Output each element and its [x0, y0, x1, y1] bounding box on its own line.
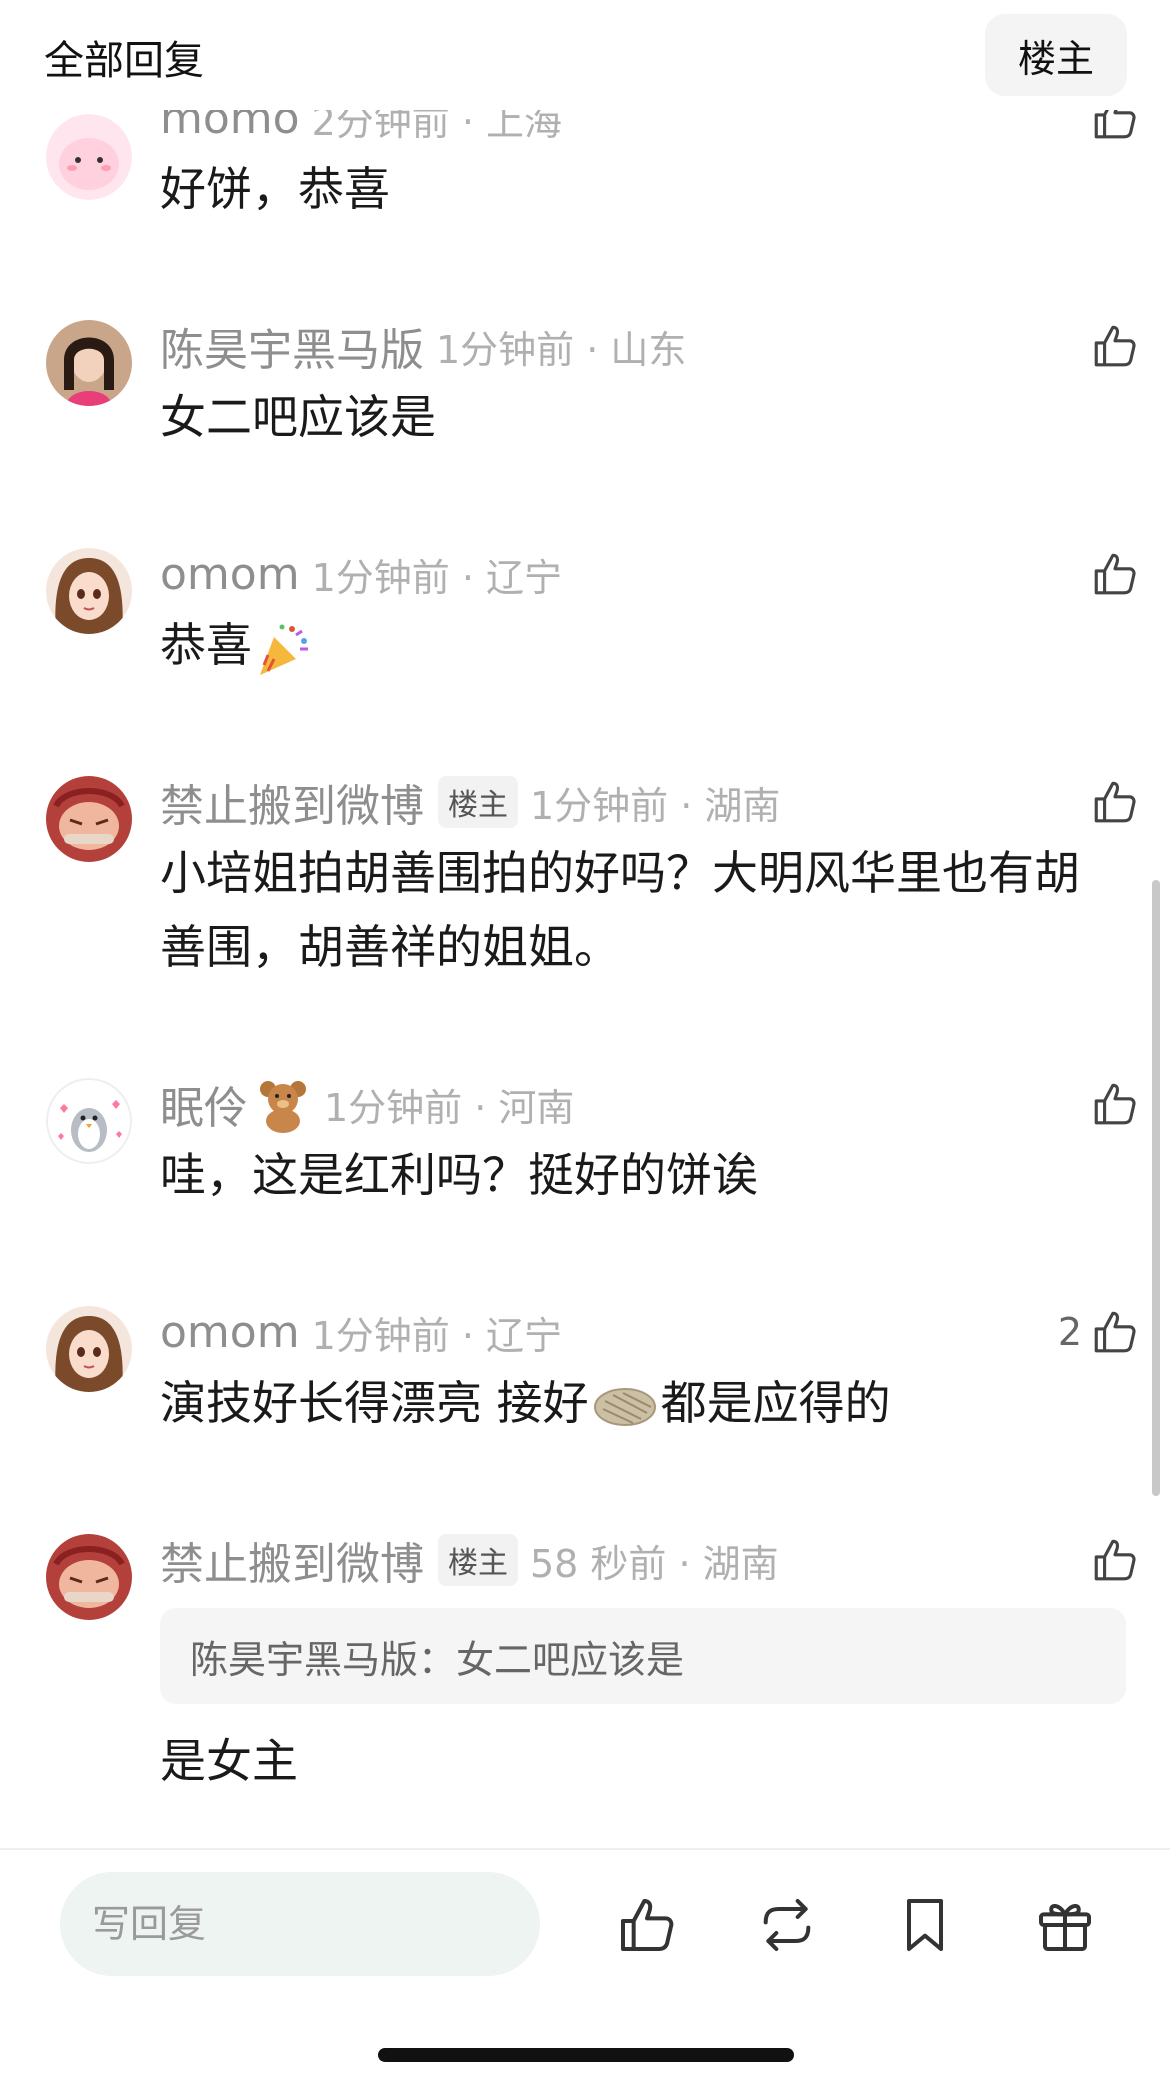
home-indicator[interactable]	[378, 2048, 794, 2062]
timestamp-location: 1分钟前 · 山东	[436, 327, 687, 372]
thumbs-up-icon	[1094, 1539, 1136, 1581]
thumbs-up-icon	[1094, 1311, 1136, 1353]
comment-text-before: 演技好长得漂亮 接好	[160, 1376, 589, 1430]
repost-action-button[interactable]	[752, 1890, 822, 1960]
gift-action-button[interactable]	[1030, 1890, 1100, 1960]
comment-text: 演技好长得漂亮 接好 都是应得的	[160, 1366, 1120, 1440]
comment-meta: 禁止搬到微博 楼主 58 秒前 · 湖南	[160, 1530, 779, 1590]
flatbread-icon	[593, 1387, 656, 1426]
pink-blob-avatar[interactable]	[46, 114, 132, 200]
comment-text: 小培姐拍胡善围拍的好吗？大明风华里也有胡善围，胡善祥的姐姐。	[160, 846, 1080, 974]
penguin-avatar[interactable]	[46, 1078, 132, 1164]
comment-text: 是女主	[160, 1734, 298, 1788]
anime-girl-avatar[interactable]	[46, 1306, 132, 1392]
username[interactable]: omom	[160, 549, 300, 600]
like-action-button[interactable]	[612, 1890, 682, 1960]
like-button[interactable]	[1090, 316, 1140, 376]
username[interactable]: 禁止搬到微博	[160, 770, 424, 834]
cartoon-red-avatar[interactable]	[46, 776, 132, 862]
reply-input[interactable]	[60, 1872, 540, 1976]
op-badge: 楼主	[438, 1534, 518, 1586]
anime-girl-avatar[interactable]	[46, 548, 132, 634]
party-popper-icon	[260, 624, 308, 675]
comment-text-body: 恭喜	[160, 618, 252, 672]
quoted-reply[interactable]: 陈昊宇黑马版：女二吧应该是	[160, 1608, 1126, 1704]
like-count: 2	[1057, 1310, 1082, 1354]
comment-meta: omom 1分钟前 · 辽宁	[160, 1302, 562, 1362]
like-icon	[621, 1899, 674, 1951]
like-button[interactable]	[1090, 772, 1140, 832]
comment-list[interactable]: momo 2分钟前 · 上海 好饼，恭喜 陈昊宇黑马版 1分钟前 · 山东 女二…	[0, 0, 1170, 1848]
bookmark-icon	[907, 1899, 943, 1951]
thumbs-up-icon	[1094, 325, 1136, 367]
comment-text: 好饼，恭喜	[160, 162, 390, 216]
comment-meta: 眠伶 1分钟前 · 河南	[160, 1074, 574, 1134]
comment-meta: 陈昊宇黑马版 1分钟前 · 山东	[160, 316, 686, 376]
like-button[interactable]	[1090, 1074, 1140, 1134]
timestamp-location: 1分钟前 · 河南	[324, 1085, 575, 1130]
like-button[interactable]: 2	[1058, 1302, 1140, 1362]
thumbs-up-icon	[1094, 553, 1136, 595]
comment-meta: omom 1分钟前 · 辽宁	[160, 544, 562, 604]
comment-text-after: 都是应得的	[660, 1376, 891, 1430]
comment-text: 恭喜	[160, 608, 1120, 682]
username[interactable]: 禁止搬到微博	[160, 1528, 424, 1592]
bottom-action-bar	[0, 1848, 1170, 2088]
bookmark-action-button[interactable]	[890, 1890, 960, 1960]
repost-icon	[763, 1899, 811, 1951]
header: 全部回复 楼主	[0, 0, 1170, 110]
quoted-reply-text: 陈昊宇黑马版：女二吧应该是	[190, 1637, 685, 1682]
comment-text: 女二吧应该是	[160, 390, 436, 444]
username[interactable]: 陈昊宇黑马版	[160, 314, 424, 378]
page-title: 全部回复	[44, 38, 204, 84]
timestamp-location: 1分钟前 · 湖南	[530, 783, 781, 828]
like-button[interactable]	[1090, 544, 1140, 604]
timestamp-location: 1分钟前 · 辽宁	[311, 1313, 562, 1358]
username[interactable]: 眠伶	[160, 1072, 248, 1136]
gift-icon	[1039, 1904, 1091, 1951]
username[interactable]: omom	[160, 1307, 300, 1358]
comment-meta: 禁止搬到微博 楼主 1分钟前 · 湖南	[160, 772, 780, 832]
comment-text: 哇，这是红利吗？挺好的饼诶	[160, 1148, 758, 1202]
thumbs-up-icon	[1094, 781, 1136, 823]
woman-photo-avatar[interactable]	[46, 320, 132, 406]
op-badge: 楼主	[438, 776, 518, 828]
op-only-filter-button[interactable]: 楼主	[985, 14, 1127, 96]
teddy-bear-icon	[260, 1081, 306, 1133]
scrollbar[interactable]	[1152, 880, 1160, 1496]
thumbs-up-icon	[1094, 1083, 1136, 1125]
like-button[interactable]	[1090, 1530, 1140, 1590]
timestamp-location: 58 秒前 · 湖南	[530, 1541, 779, 1586]
timestamp-location: 1分钟前 · 辽宁	[311, 555, 562, 600]
cartoon-red-avatar[interactable]	[46, 1534, 132, 1620]
